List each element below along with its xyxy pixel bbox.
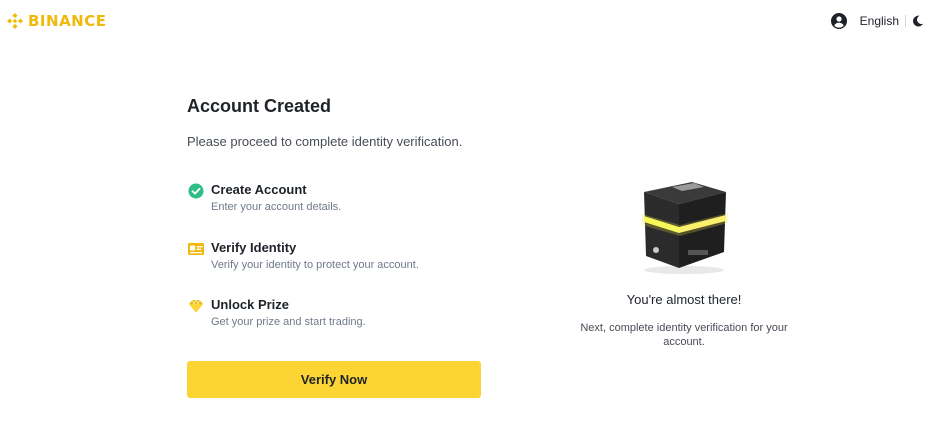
user-account-icon[interactable] <box>830 13 847 29</box>
id-card-icon <box>187 240 205 258</box>
header-divider <box>905 15 906 27</box>
step-description: Enter your account details. <box>211 201 342 213</box>
language-selector[interactable]: English <box>860 14 899 28</box>
step-description: Get your prize and start trading. <box>211 316 366 328</box>
step-title: Unlock Prize <box>211 297 290 312</box>
step-title: Create Account <box>211 182 307 197</box>
binance-logo[interactable]: BINANCE <box>6 12 107 30</box>
almost-there-description: Next, complete identity verification for… <box>580 322 788 348</box>
mystery-box-illustration <box>634 170 734 275</box>
brand-name: BINANCE <box>28 12 107 30</box>
diamond-icon <box>187 297 205 315</box>
binance-logo-icon <box>7 13 23 29</box>
page-subtitle: Please proceed to complete identity veri… <box>187 134 463 149</box>
page-title: Account Created <box>187 96 332 116</box>
step-create-account: Create Account Enter your account detail… <box>187 182 341 214</box>
step-verify-identity: Verify Identity Verify your identity to … <box>187 240 419 272</box>
check-circle-icon <box>187 182 205 200</box>
top-header: BINANCE English <box>0 0 936 44</box>
header-actions: English <box>830 13 924 29</box>
almost-there-heading: You're almost there! <box>626 292 742 307</box>
step-unlock-prize: Unlock Prize Get your prize and start tr… <box>187 297 366 329</box>
step-title: Verify Identity <box>211 240 297 255</box>
step-description: Verify your identity to protect your acc… <box>211 259 419 271</box>
dark-mode-toggle-icon[interactable] <box>912 15 924 27</box>
verify-now-button[interactable]: Verify Now <box>187 361 481 398</box>
